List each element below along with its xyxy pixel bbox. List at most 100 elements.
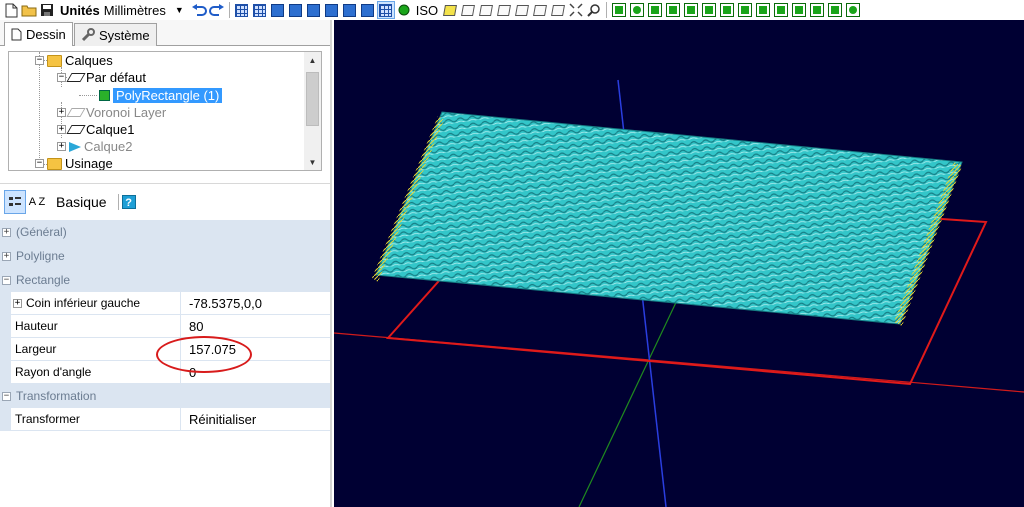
folder-icon (47, 54, 62, 67)
layer-tree[interactable]: − Calques − Par défaut PolyRectangle (1)… (8, 51, 322, 171)
draw-text-icon[interactable] (683, 2, 699, 18)
sort-alpha-icon[interactable]: A Z (26, 190, 48, 214)
main-toolbar: Unités Millimètres ▼ ISO (0, 0, 1024, 20)
expand-icon[interactable]: + (2, 227, 11, 237)
expand-icon[interactable]: + (13, 298, 22, 308)
expand-icon[interactable]: + (57, 108, 66, 117)
tab-dessin[interactable]: Dessin (4, 22, 73, 46)
tree-scrollbar[interactable]: ▲ ▼ (304, 52, 321, 170)
draw-table-icon[interactable] (809, 2, 825, 18)
3d-viewport[interactable] (334, 20, 1024, 507)
collapse-icon[interactable]: − (35, 159, 44, 168)
view-top-icon[interactable] (460, 2, 476, 18)
collapse-icon[interactable]: − (2, 275, 11, 285)
snap-center-icon[interactable] (288, 2, 304, 18)
tree-item-par-defaut[interactable]: − Par défaut (57, 69, 146, 86)
draw-shape-icon[interactable] (737, 2, 753, 18)
view-right-icon[interactable] (532, 2, 548, 18)
grid-icon[interactable] (252, 2, 268, 18)
chevron-down-icon: ▼ (174, 5, 184, 15)
left-panel: Dessin Système − Calques − Par défaut Po… (0, 20, 332, 507)
collapse-icon[interactable]: − (57, 73, 66, 82)
snap-points-icon[interactable] (306, 2, 322, 18)
expand-icon[interactable]: + (57, 142, 66, 151)
redo-icon[interactable] (208, 2, 225, 18)
iso-view-button[interactable]: ISO (416, 3, 438, 18)
toolbar-separator (228, 2, 230, 18)
collapse-icon[interactable]: − (2, 391, 11, 401)
scroll-up-icon[interactable]: ▲ (304, 54, 321, 68)
tree-item-calque1[interactable]: + Calque1 (57, 121, 134, 138)
property-row-transformer[interactable]: Transformer Réinitialiser (0, 408, 330, 431)
layer-icon (66, 108, 86, 117)
zoom-icon[interactable] (586, 2, 602, 18)
property-row-hauteur[interactable]: Hauteur 80 (0, 315, 330, 338)
tree-item-voronoi-layer[interactable]: + Voronoi Layer (57, 104, 166, 121)
tab-systeme[interactable]: Système (74, 23, 157, 46)
collapse-icon[interactable]: − (35, 56, 44, 65)
category-rectangle[interactable]: − Rectangle (0, 268, 330, 292)
new-file-icon[interactable] (3, 2, 19, 18)
view-front-icon[interactable] (478, 2, 494, 18)
open-folder-icon[interactable] (21, 2, 37, 18)
tree-item-calque2[interactable]: + Calque2 (57, 138, 132, 155)
grid-display-icon[interactable] (376, 1, 395, 19)
units-select[interactable]: Millimètres ▼ (103, 1, 186, 19)
layer-triangle-icon (69, 141, 81, 152)
snap-node-icon[interactable] (360, 2, 376, 18)
expand-icon[interactable]: + (57, 125, 66, 134)
view-back-icon[interactable] (496, 2, 512, 18)
draw-image-icon[interactable] (755, 2, 771, 18)
basique-mode-button[interactable]: Basique (56, 194, 107, 210)
scroll-thumb[interactable] (306, 72, 319, 126)
undo-icon[interactable] (191, 2, 207, 18)
properties-toolbar: A Z Basique ? (0, 183, 330, 219)
snap-left-icon[interactable] (270, 2, 286, 18)
draw-spiral-icon[interactable] (845, 2, 861, 18)
layer-icon (66, 73, 86, 82)
view-3d-icon[interactable] (442, 2, 458, 18)
category-polyligne[interactable]: + Polyligne (0, 244, 330, 268)
viewport-canvas (334, 20, 1024, 507)
zoom-extents-icon[interactable] (568, 2, 584, 18)
draw-grid-icon[interactable] (791, 2, 807, 18)
snap-intersection-icon[interactable] (324, 2, 340, 18)
snap-grid-icon[interactable] (234, 2, 250, 18)
tree-item-calques[interactable]: − Calques (35, 52, 113, 69)
draw-wave-icon[interactable] (773, 2, 789, 18)
expand-icon[interactable]: + (2, 251, 11, 261)
categorized-icon[interactable] (4, 189, 26, 214)
property-row-coin[interactable]: + Coin inférieur gauche -78.5375,0,0 (0, 292, 330, 315)
view-bottom-icon[interactable] (550, 2, 566, 18)
circle-snap-icon[interactable] (396, 2, 412, 18)
property-value-coin[interactable]: -78.5375,0,0 (181, 292, 330, 314)
property-label: Rayon d'angle (11, 361, 181, 383)
tree-item-polyrectangle[interactable]: PolyRectangle (1) (98, 87, 223, 104)
folder-icon (47, 157, 62, 170)
tree-item-label: Usinage (65, 156, 113, 171)
tab-strip: Dessin Système (0, 20, 330, 46)
draw-points-icon[interactable] (647, 2, 663, 18)
property-label: Coin inférieur gauche (26, 296, 141, 310)
draw-triangle-icon[interactable] (719, 2, 735, 18)
toolbar-separator (117, 193, 119, 210)
category-transformation[interactable]: − Transformation (0, 384, 330, 408)
save-icon[interactable] (39, 2, 55, 18)
draw-rectangle-icon[interactable] (665, 2, 681, 18)
tree-item-usinage[interactable]: − Usinage (35, 155, 113, 171)
draw-hexagon-icon[interactable] (827, 2, 843, 18)
scroll-down-icon[interactable]: ▼ (304, 156, 321, 170)
toolbar-separator (606, 2, 608, 18)
draw-circle-icon[interactable] (629, 2, 645, 18)
category-general[interactable]: + (Général) (0, 220, 330, 244)
units-select-value: Millimètres (103, 2, 166, 18)
view-left-icon[interactable] (514, 2, 530, 18)
tree-item-label: Calques (65, 53, 113, 68)
draw-arc-icon[interactable] (701, 2, 717, 18)
help-icon[interactable]: ? (121, 194, 136, 209)
draw-polyline-icon[interactable] (611, 2, 627, 18)
property-value-transformer[interactable]: Réinitialiser (181, 408, 330, 430)
snap-midpoint-icon[interactable] (342, 2, 358, 18)
document-icon (11, 28, 22, 41)
property-value-hauteur[interactable]: 80 (181, 315, 330, 337)
